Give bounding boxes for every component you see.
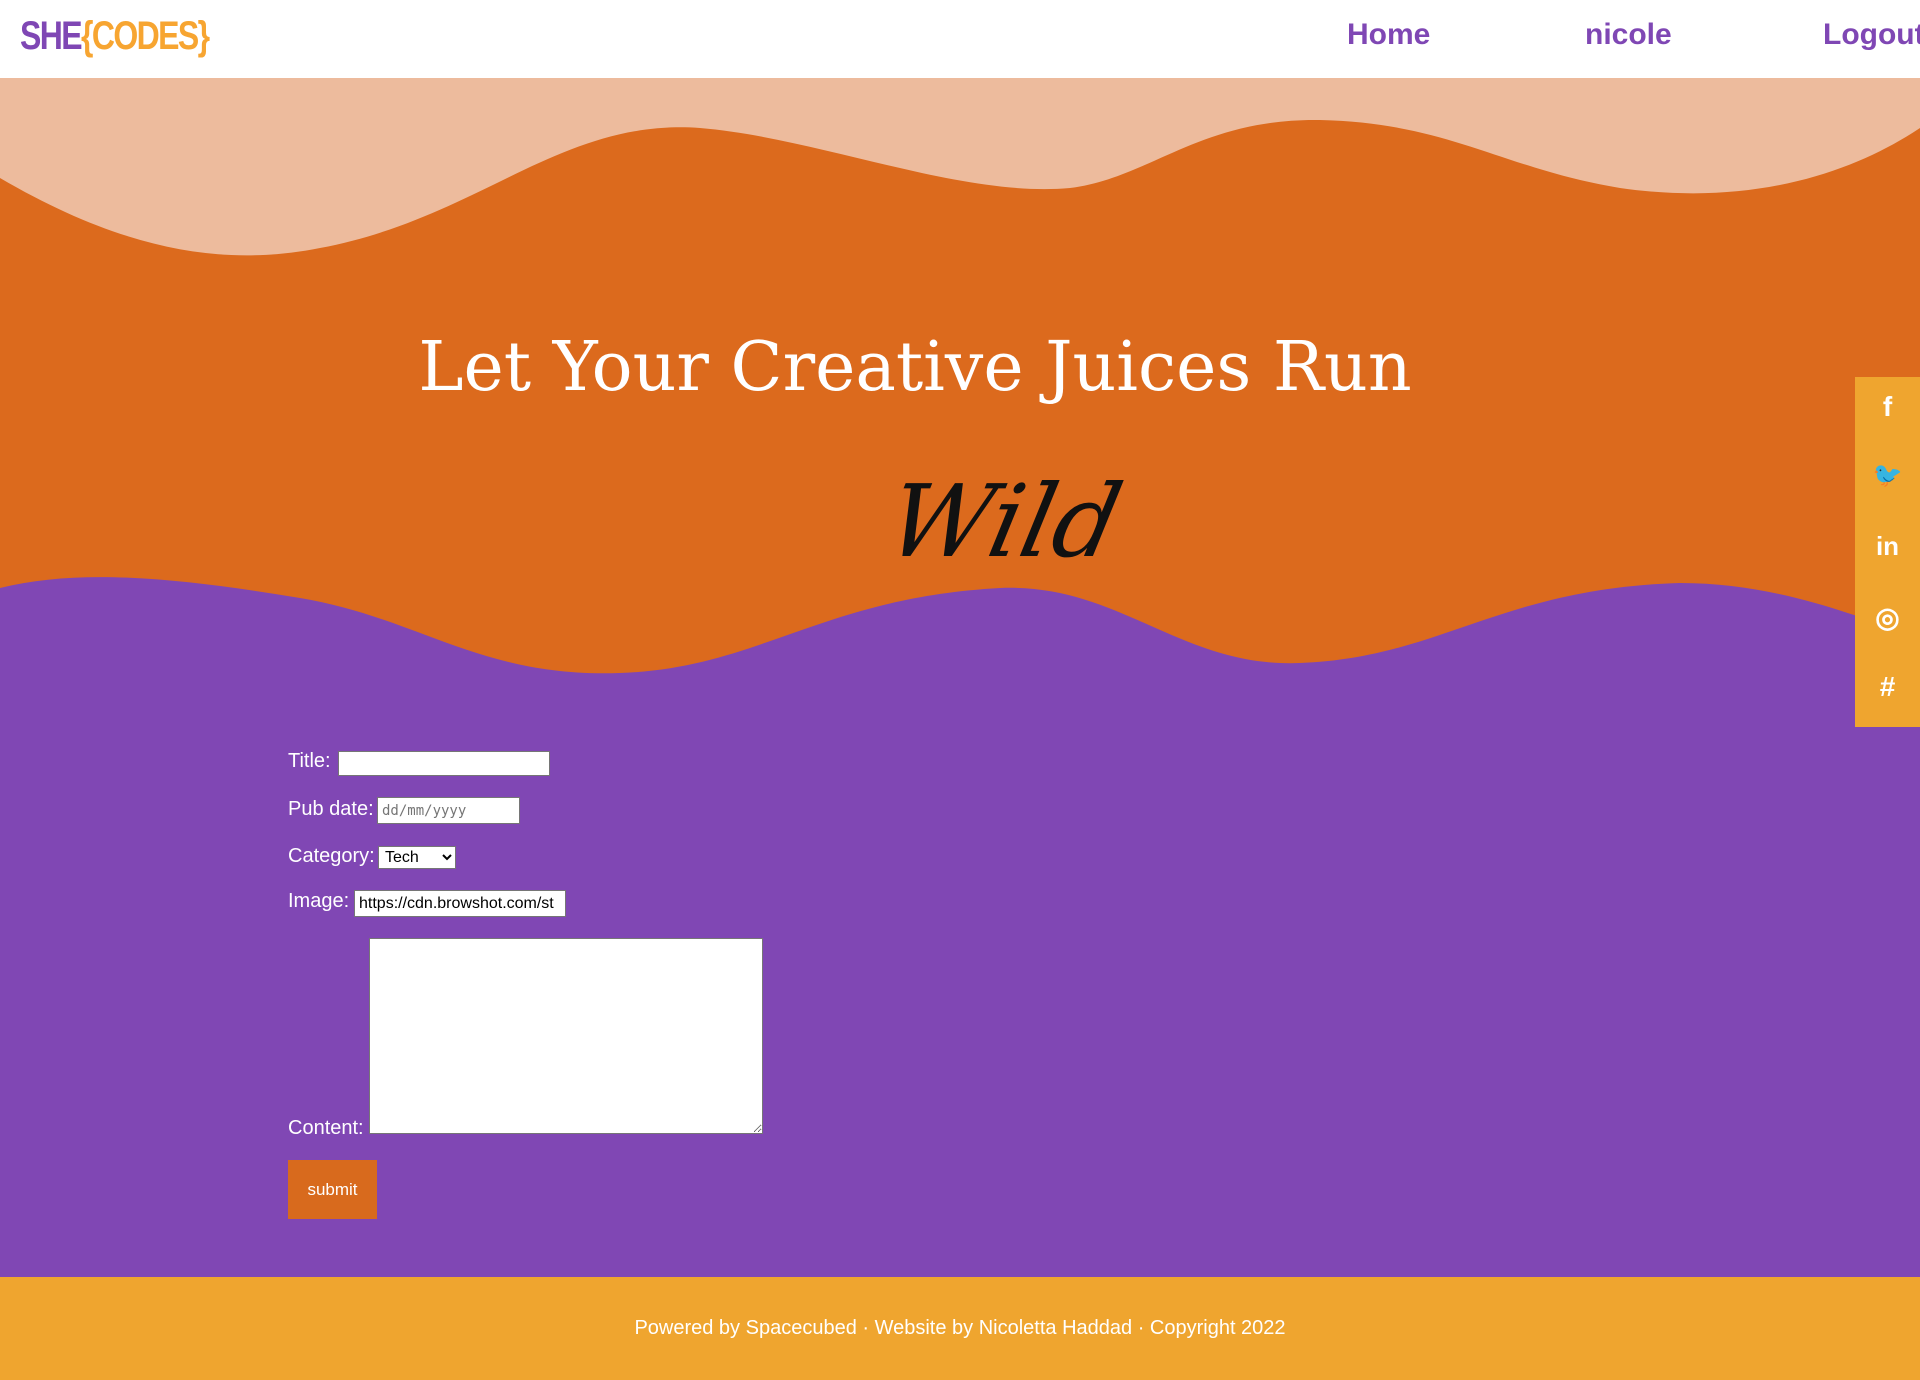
title-label: Title: (288, 750, 331, 772)
linkedin-icon[interactable]: in (1855, 531, 1920, 562)
nav-home[interactable]: Home (1347, 18, 1430, 52)
footer-text: Powered by Spacecubed · Website by Nicol… (634, 1317, 1286, 1339)
twitter-icon[interactable]: 🐦 (1855, 461, 1920, 490)
category-select[interactable]: Tech (378, 846, 456, 869)
nav-user[interactable]: nicole (1585, 18, 1672, 52)
category-label: Category: (288, 845, 375, 867)
nav-logout[interactable]: Logout (1823, 18, 1920, 52)
title-input[interactable] (338, 751, 550, 776)
logo[interactable]: SHE{CODES} (20, 14, 210, 59)
content-label: Content: (288, 1117, 364, 1139)
image-input[interactable] (354, 890, 566, 917)
pubdate-input[interactable] (377, 797, 520, 824)
social-bar: f 🐦 in ◎ # (1855, 377, 1920, 727)
facebook-icon[interactable]: f (1855, 391, 1920, 423)
submit-button[interactable]: submit (288, 1160, 377, 1219)
slack-icon[interactable]: # (1855, 671, 1920, 703)
image-label: Image: (288, 890, 350, 912)
instagram-icon[interactable]: ◎ (1855, 601, 1920, 634)
content-textarea[interactable] (369, 938, 763, 1134)
pubdate-label: Pub date: (288, 798, 374, 820)
header: SHE{CODES} Home nicole Logout (0, 0, 1920, 78)
footer: Powered by Spacecubed · Website by Nicol… (0, 1277, 1920, 1380)
hero-script-text: Wild (877, 463, 1132, 580)
hero-title: Let Your Creative Juices Run (418, 328, 1412, 407)
hero-banner: Let Your Creative Juices Run Wild (0, 78, 1920, 678)
